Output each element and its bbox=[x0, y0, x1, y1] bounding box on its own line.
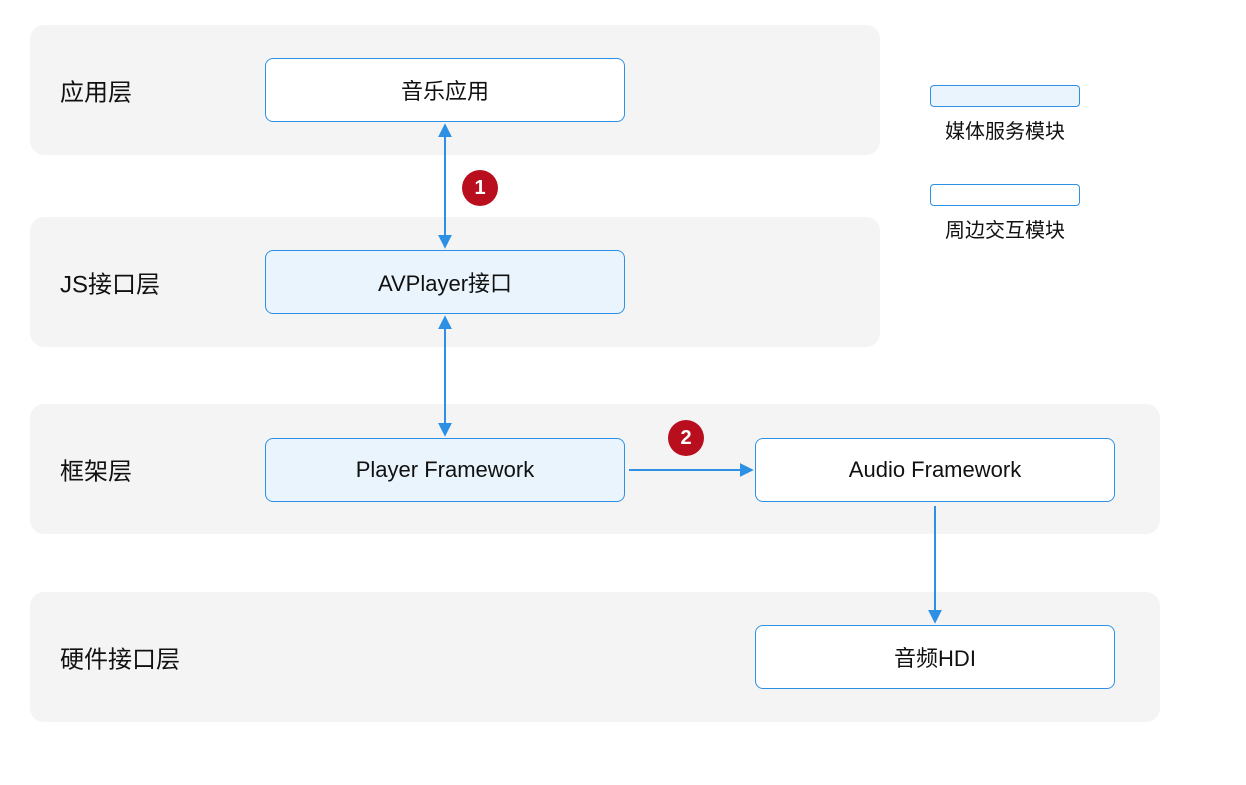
box-audio-framework-label: Audio Framework bbox=[849, 457, 1021, 483]
box-music-app: 音乐应用 bbox=[265, 58, 625, 122]
layer-hw-title: 硬件接口层 bbox=[60, 640, 180, 675]
legend: 媒体服务模块 周边交互模块 bbox=[930, 85, 1080, 283]
box-audio-hdi-label: 音频HDI bbox=[894, 641, 976, 673]
box-audio-hdi: 音频HDI bbox=[755, 625, 1115, 689]
legend-item-peripheral: 周边交互模块 bbox=[930, 184, 1080, 243]
box-avplayer-api: AVPlayer接口 bbox=[265, 250, 625, 314]
layer-fw-title: 框架层 bbox=[60, 452, 132, 487]
layer-js-title: JS接口层 bbox=[60, 265, 160, 300]
step-badge-2: 2 bbox=[668, 420, 704, 456]
step-badge-2-label: 2 bbox=[680, 427, 691, 450]
layer-app-title: 应用层 bbox=[60, 73, 132, 108]
box-audio-framework: Audio Framework bbox=[755, 438, 1115, 502]
legend-swatch-peripheral bbox=[930, 184, 1080, 206]
box-player-framework-label: Player Framework bbox=[356, 457, 534, 483]
legend-text-peripheral: 周边交互模块 bbox=[930, 214, 1080, 243]
legend-swatch-media bbox=[930, 85, 1080, 107]
step-badge-1-label: 1 bbox=[474, 177, 485, 200]
box-avplayer-api-label: AVPlayer接口 bbox=[378, 266, 512, 298]
step-badge-1: 1 bbox=[462, 170, 498, 206]
legend-item-media: 媒体服务模块 bbox=[930, 85, 1080, 144]
legend-text-media: 媒体服务模块 bbox=[930, 115, 1080, 144]
box-music-app-label: 音乐应用 bbox=[401, 74, 489, 106]
box-player-framework: Player Framework bbox=[265, 438, 625, 502]
